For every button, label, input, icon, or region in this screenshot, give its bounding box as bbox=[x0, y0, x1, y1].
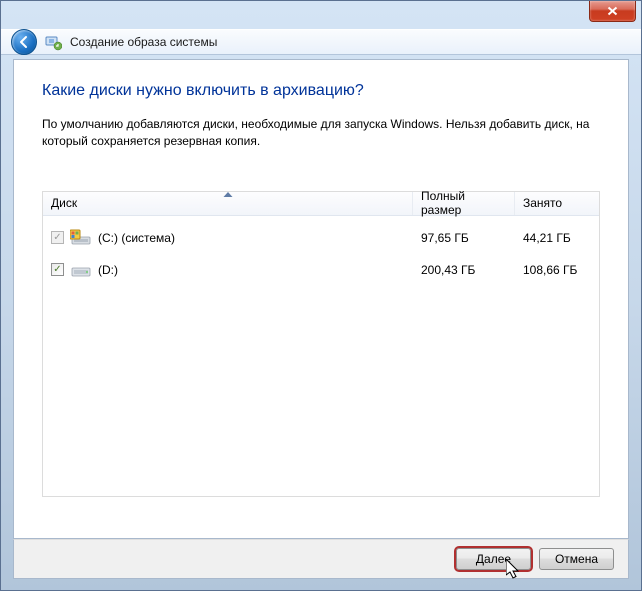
column-header-disk[interactable]: Диск bbox=[43, 192, 413, 215]
drive-used: 44,21 ГБ bbox=[515, 231, 599, 245]
drive-icon bbox=[70, 261, 92, 279]
column-label: Диск bbox=[51, 196, 77, 210]
wizard-window: Создание образа системы Какие диски нужн… bbox=[0, 0, 642, 591]
button-label: Далее bbox=[476, 552, 511, 566]
system-drive-icon bbox=[70, 229, 92, 247]
column-label: Полный размер bbox=[421, 189, 506, 217]
drive-total: 200,43 ГБ bbox=[413, 263, 515, 277]
footer-bar: Далее Отмена bbox=[13, 539, 629, 579]
disk-table: Диск Полный размер Занято bbox=[42, 191, 600, 497]
page-heading: Какие диски нужно включить в архивацию? bbox=[42, 82, 600, 100]
back-arrow-icon bbox=[17, 35, 31, 49]
titlebar bbox=[1, 1, 641, 29]
page-description: По умолчанию добавляются диски, необходи… bbox=[42, 116, 600, 151]
header-title: Создание образа системы bbox=[70, 35, 217, 49]
content-area: Какие диски нужно включить в архивацию? … bbox=[13, 59, 629, 539]
drive-total: 97,65 ГБ bbox=[413, 231, 515, 245]
table-row[interactable]: ✓ (D:) 200,43 ГБ 108,66 ГБ bbox=[43, 254, 599, 286]
include-checkbox[interactable]: ✓ bbox=[51, 263, 64, 276]
drive-label: (C:) (система) bbox=[98, 231, 175, 245]
close-icon bbox=[607, 6, 618, 16]
button-label: Отмена bbox=[555, 552, 598, 566]
cancel-button[interactable]: Отмена bbox=[539, 548, 614, 570]
include-checkbox: ✓ bbox=[51, 231, 64, 244]
sort-ascending-icon bbox=[223, 192, 232, 197]
column-label: Занято bbox=[523, 196, 562, 210]
header-bar: Создание образа системы bbox=[1, 29, 641, 55]
column-header-total[interactable]: Полный размер bbox=[413, 192, 515, 215]
drive-label: (D:) bbox=[98, 263, 118, 277]
system-image-icon bbox=[45, 34, 62, 51]
next-button[interactable]: Далее bbox=[456, 548, 531, 570]
drive-used: 108,66 ГБ bbox=[515, 263, 599, 277]
table-header: Диск Полный размер Занято bbox=[43, 192, 599, 216]
table-body: ✓ bbox=[43, 216, 599, 286]
close-button[interactable] bbox=[589, 1, 636, 22]
table-row[interactable]: ✓ bbox=[43, 222, 599, 254]
back-button[interactable] bbox=[11, 29, 37, 55]
column-header-used[interactable]: Занято bbox=[515, 192, 599, 215]
